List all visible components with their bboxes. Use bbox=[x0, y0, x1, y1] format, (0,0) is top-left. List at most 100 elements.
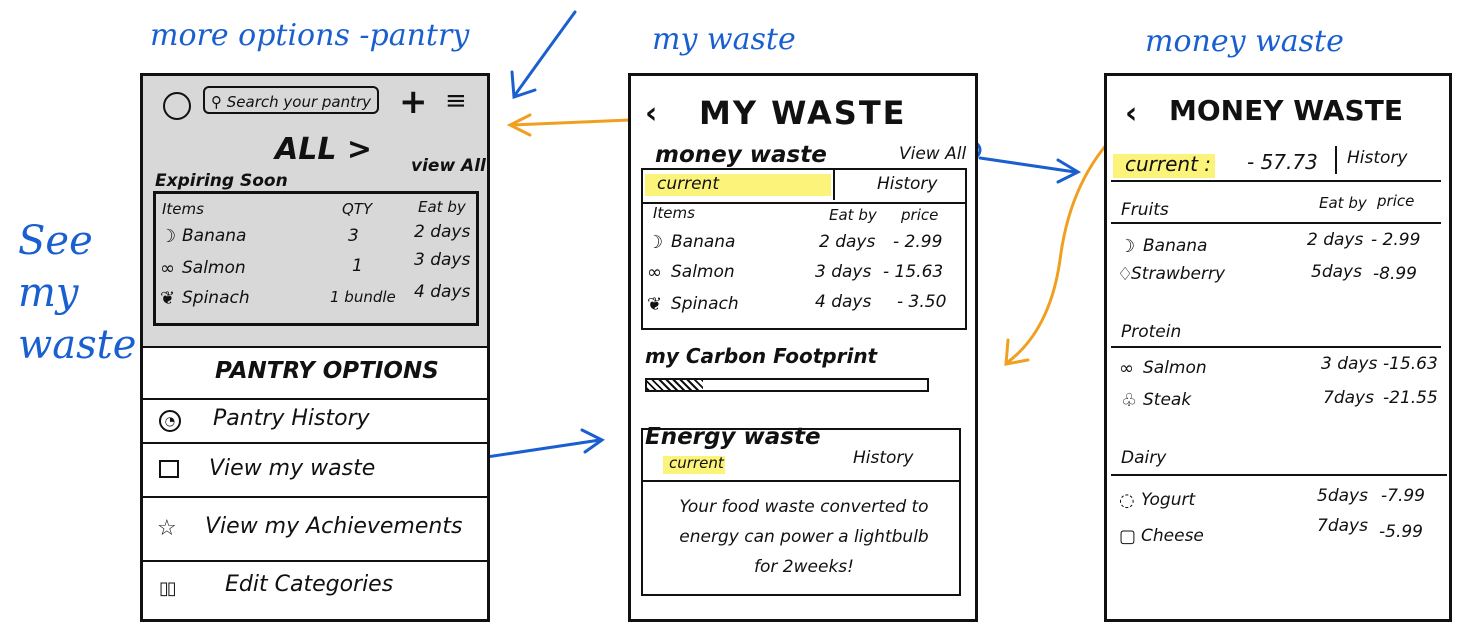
back-icon[interactable]: ‹ bbox=[1125, 96, 1137, 131]
tab-history[interactable]: History bbox=[877, 174, 937, 194]
banana-icon: ☽ bbox=[647, 232, 664, 253]
label-pantry: more options -pantry bbox=[150, 18, 470, 53]
divider bbox=[143, 560, 487, 562]
row-price-cheese: -5.99 bbox=[1379, 522, 1423, 542]
menu-view-achievements[interactable]: ☆ View my Achievements bbox=[143, 504, 487, 548]
menu-view-my-waste[interactable]: View my waste bbox=[143, 448, 487, 492]
energy-message: Your food waste converted to energy can … bbox=[679, 497, 929, 577]
menu-view-achievements-label: View my Achievements bbox=[205, 514, 463, 539]
arrow-money-back-orange-head bbox=[1004, 338, 1030, 366]
row-item-banana: Banana bbox=[1143, 236, 1208, 256]
row-item-salmon: Salmon bbox=[182, 258, 246, 278]
col-price: price bbox=[901, 206, 939, 224]
menu-edit-categories-label: Edit Categories bbox=[225, 572, 394, 597]
row-eatby-banana: 2 days bbox=[414, 222, 471, 242]
money-waste-heading: money waste bbox=[655, 142, 827, 168]
energy-tab-history[interactable]: History bbox=[853, 448, 913, 468]
row-eatby-banana: 2 days bbox=[819, 232, 876, 252]
expiring-soon-heading: Expiring Soon bbox=[155, 171, 288, 191]
view-all-link[interactable]: view All bbox=[411, 156, 486, 176]
pantry-options-title: PANTRY OPTIONS bbox=[215, 358, 439, 384]
view-all-link[interactable]: View All bbox=[899, 144, 966, 164]
row-item-salmon: Salmon bbox=[1143, 358, 1207, 378]
side-label-line-3: waste bbox=[18, 322, 137, 368]
row-item-spinach: Spinach bbox=[182, 288, 250, 308]
side-label-line-1: See bbox=[18, 218, 93, 264]
label-my-waste: my waste bbox=[652, 22, 796, 57]
grid-icon: ▯▯ bbox=[159, 578, 177, 599]
tab-current[interactable]: current bbox=[657, 174, 719, 194]
row-price-salmon: -15.63 bbox=[1383, 354, 1438, 374]
category-selector[interactable]: ALL > bbox=[275, 132, 372, 167]
add-icon[interactable]: + bbox=[399, 82, 428, 122]
menu-edit-categories[interactable]: ▯▯ Edit Categories bbox=[143, 566, 487, 616]
row-item-banana: Banana bbox=[671, 232, 736, 252]
divider bbox=[643, 480, 959, 482]
page-title: MY WASTE bbox=[699, 94, 907, 132]
carbon-footprint-heading: my Carbon Footprint bbox=[645, 344, 878, 368]
side-label-line-2: my bbox=[18, 270, 79, 316]
arrow-back-orange bbox=[510, 118, 632, 127]
divider bbox=[1111, 474, 1447, 476]
divider bbox=[1111, 222, 1441, 224]
row-item-strawberry: Strawberry bbox=[1131, 264, 1226, 284]
page-title: MONEY WASTE bbox=[1169, 94, 1403, 127]
carbon-footprint-fill bbox=[647, 380, 703, 390]
col-qty: QTY bbox=[342, 200, 373, 218]
row-item-spinach: Spinach bbox=[671, 294, 739, 314]
search-input[interactable]: ⚲ Search your pantry bbox=[203, 86, 379, 114]
history-tab[interactable]: History bbox=[1347, 148, 1407, 168]
arrow-top-blue-head bbox=[510, 70, 537, 100]
col-items: Items bbox=[162, 200, 204, 218]
money-waste-screen: ‹ MONEY WASTE current : - 57.73 History … bbox=[1104, 73, 1452, 622]
row-eatby-cheese: 7days bbox=[1317, 516, 1368, 536]
energy-tab-current[interactable]: current bbox=[669, 454, 724, 472]
row-price-banana: - 2.99 bbox=[1371, 230, 1421, 250]
banana-icon: ☽ bbox=[1119, 236, 1136, 257]
banana-icon: ☽ bbox=[160, 226, 177, 247]
salmon-icon: ∞ bbox=[160, 258, 175, 279]
row-item-salmon: Salmon bbox=[671, 262, 735, 282]
col-items: Items bbox=[653, 204, 695, 222]
tab-divider bbox=[833, 170, 835, 200]
row-price-spinach: - 3.50 bbox=[897, 292, 947, 312]
col-eat-by: Eat by bbox=[1319, 194, 1367, 212]
yogurt-icon: ◌ bbox=[1119, 490, 1135, 511]
section-fruits: Fruits bbox=[1121, 200, 1169, 220]
col-price: price bbox=[1377, 192, 1415, 210]
side-label: See my waste bbox=[18, 215, 136, 371]
avatar-icon[interactable] bbox=[163, 92, 191, 120]
row-eatby-steak: 7days bbox=[1323, 388, 1374, 408]
col-eat-by: Eat by bbox=[829, 206, 877, 224]
row-qty-salmon: 1 bbox=[352, 256, 363, 276]
menu-icon[interactable]: ≡ bbox=[445, 86, 467, 116]
divider bbox=[143, 442, 487, 444]
menu-pantry-history-label: Pantry History bbox=[213, 406, 370, 431]
cheese-icon: ▢ bbox=[1119, 526, 1137, 547]
row-price-banana: - 2.99 bbox=[893, 232, 943, 252]
trash-icon bbox=[159, 460, 179, 478]
row-eatby-yogurt: 5days bbox=[1317, 486, 1368, 506]
row-eatby-spinach: 4 days bbox=[815, 292, 872, 312]
pantry-screen: ⚲ Search your pantry + ≡ ALL > Expiring … bbox=[140, 73, 490, 622]
spinach-icon: ❦ bbox=[160, 288, 176, 309]
row-price-strawberry: -8.99 bbox=[1373, 264, 1417, 284]
salmon-icon: ∞ bbox=[647, 262, 662, 283]
row-eatby-banana: 2 days bbox=[1307, 230, 1364, 250]
menu-pantry-history[interactable]: ◔ Pantry History bbox=[143, 402, 487, 442]
row-eatby-salmon: 3 days bbox=[414, 250, 471, 270]
star-icon: ☆ bbox=[157, 516, 177, 541]
row-item-banana: Banana bbox=[182, 226, 247, 246]
money-waste-table: current History Items Eat by price ☽ Ban… bbox=[641, 168, 967, 330]
section-protein: Protein bbox=[1121, 322, 1182, 342]
search-icon: ⚲ bbox=[211, 93, 222, 111]
arrow-top-blue bbox=[513, 10, 577, 97]
row-item-yogurt: Yogurt bbox=[1141, 490, 1196, 510]
back-icon[interactable]: ‹ bbox=[645, 96, 657, 131]
search-placeholder: Search your pantry bbox=[226, 93, 372, 111]
menu-view-my-waste-label: View my waste bbox=[209, 456, 376, 481]
row-item-cheese: Cheese bbox=[1141, 526, 1204, 546]
row-price-salmon: - 15.63 bbox=[883, 262, 944, 282]
my-waste-screen: ‹ MY WASTE money waste View All current … bbox=[628, 73, 978, 622]
arrow-back-orange-head bbox=[506, 113, 532, 137]
